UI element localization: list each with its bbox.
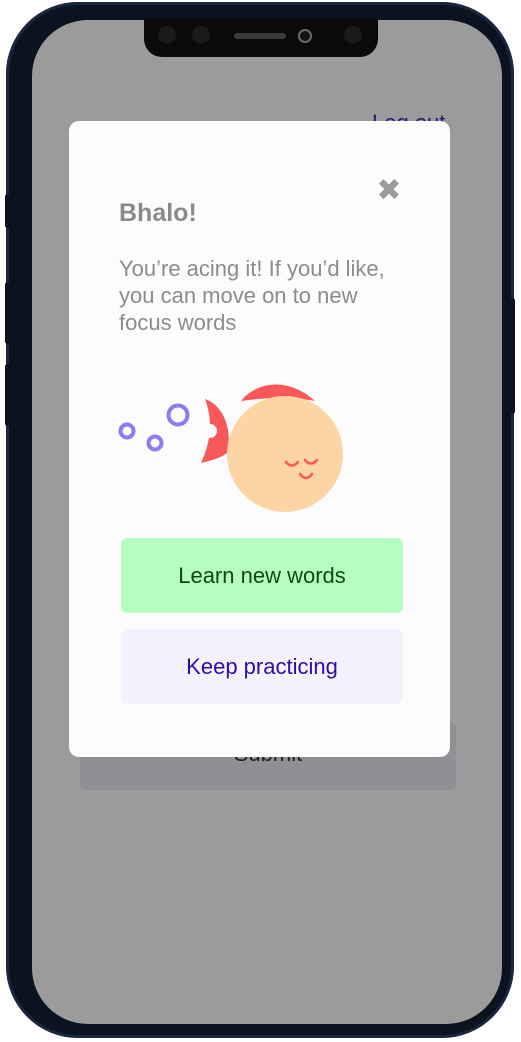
sensor-dot	[344, 26, 362, 44]
bubble-icon	[118, 422, 136, 440]
phone-notch	[144, 18, 378, 57]
sensor-dot	[192, 26, 210, 44]
fish-illustration	[118, 384, 343, 512]
side-button-left-2	[5, 282, 10, 344]
speaker-grill	[234, 33, 286, 39]
modal-message: You’re acing it! If you’d like, you can …	[119, 256, 385, 335]
keep-practicing-button[interactable]: Keep practicing	[121, 629, 403, 704]
bubble-icon	[146, 434, 164, 452]
camera-icon	[298, 29, 312, 43]
fish-body	[227, 396, 343, 512]
bubble-icon	[166, 403, 190, 427]
close-icon[interactable]: ✖	[375, 176, 403, 206]
side-button-right	[510, 298, 515, 414]
side-button-left-3	[5, 364, 10, 426]
success-modal: ✖ Bhalo! You’re acing it! If you’d like,…	[69, 121, 450, 757]
side-button-left-1	[5, 194, 10, 228]
modal-title: Bhalo!	[119, 199, 197, 227]
learn-new-words-button[interactable]: Learn new words	[121, 538, 403, 613]
sensor-dot	[158, 26, 176, 44]
tail-bubble	[203, 424, 217, 438]
